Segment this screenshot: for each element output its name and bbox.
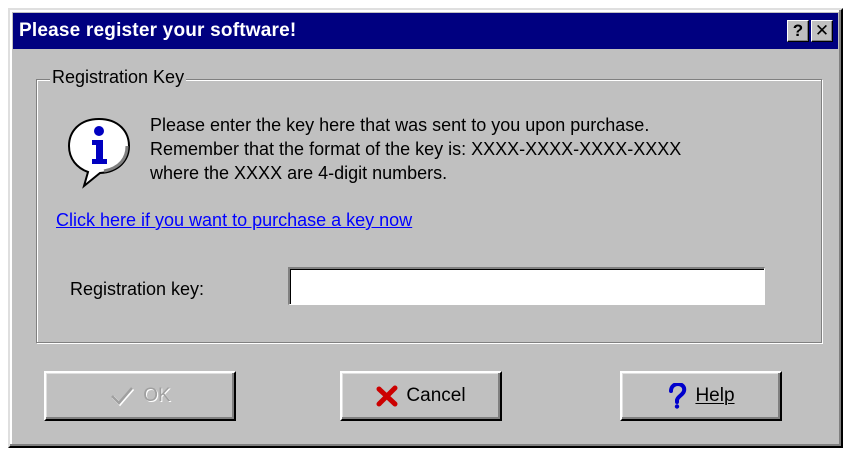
window-title: Please register your software! — [19, 20, 297, 41]
group-label: Registration Key — [50, 67, 187, 88]
instructions-line: Remember that the format of the key is: … — [150, 139, 682, 159]
info-icon — [67, 117, 131, 189]
ok-button-label: OK — [143, 385, 171, 406]
question-mark-icon — [669, 383, 687, 409]
registration-key-label: Registration key: — [70, 279, 205, 299]
instructions-text: Please enter the key here that was sent … — [150, 113, 681, 185]
help-button[interactable]: Help — [620, 371, 782, 421]
titlebar-help-button[interactable]: ? — [787, 20, 809, 42]
checkmark-icon — [111, 387, 135, 407]
cancel-button[interactable]: Cancel — [340, 371, 502, 421]
help-button-label: Help — [695, 385, 735, 406]
purchase-key-link[interactable]: Click here if you want to purchase a key… — [56, 210, 412, 231]
titlebar-close-button[interactable]: ✕ — [811, 20, 833, 42]
red-x-icon — [376, 385, 398, 407]
close-icon: ✕ — [814, 21, 830, 40]
instructions-line: Please enter the key here that was sent … — [150, 115, 650, 135]
instructions-line: where the XXXX are 4-digit numbers. — [150, 163, 448, 183]
cancel-button-label: Cancel — [406, 385, 466, 406]
registration-key-input[interactable] — [288, 267, 765, 305]
title-bar[interactable]: Please register your software! ? ✕ — [13, 13, 838, 49]
ok-button[interactable]: OK — [44, 371, 236, 421]
question-icon: ? — [792, 21, 804, 40]
